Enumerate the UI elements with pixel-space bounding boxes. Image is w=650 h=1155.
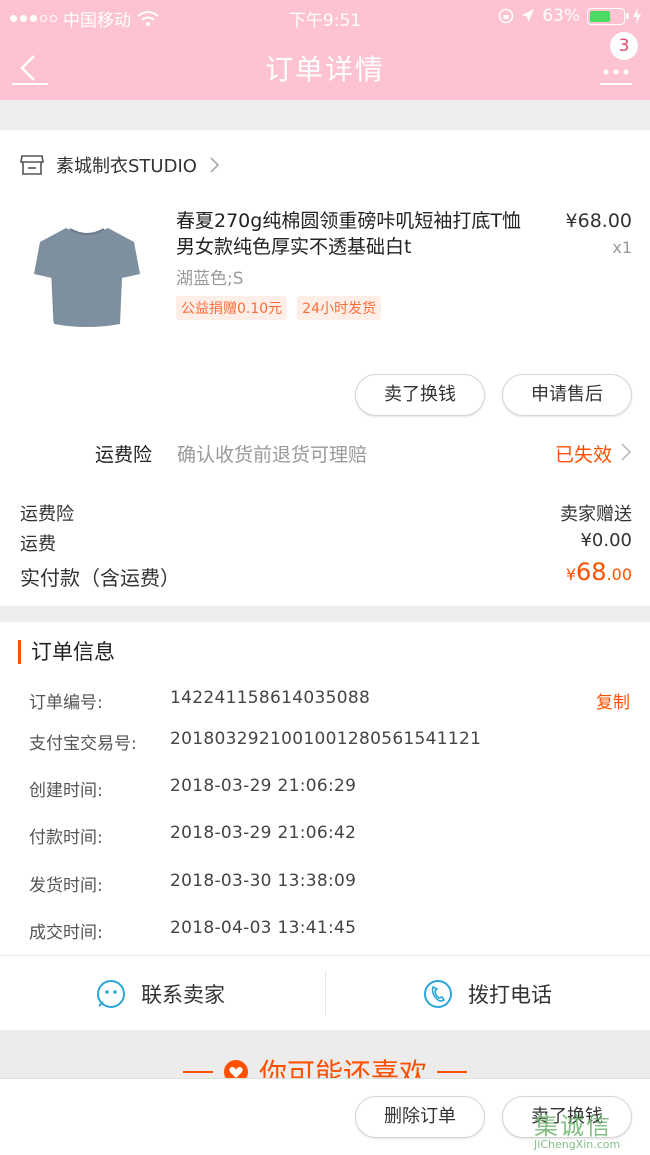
info-label-shipped: 发货时间:: [29, 876, 103, 896]
battery-icon: [587, 7, 629, 25]
paid-integer: 68: [576, 558, 607, 586]
paid-amount: ¥68.00: [566, 558, 632, 586]
shop-name: 素城制衣STUDIO: [56, 156, 197, 177]
watermark-sub: JiChengXin.com: [534, 1138, 621, 1151]
product-tags: 公益捐赠0.10元 24小时发货: [176, 296, 381, 320]
after-sale-button[interactable]: 申请售后: [502, 374, 632, 416]
info-label-order-no: 订单编号:: [29, 693, 103, 713]
paid-currency: ¥: [565, 565, 576, 584]
contact-seller-label: 联系卖家: [141, 982, 225, 1007]
call-phone-button[interactable]: 拨打电话: [422, 956, 552, 1031]
info-value-shipped: 2018-03-30 13:38:09: [170, 871, 357, 891]
recommend-title-row: 你可能还喜欢: [0, 1052, 650, 1080]
product-sku: 湖蓝色;S: [176, 269, 244, 289]
notification-badge: 3: [610, 32, 638, 60]
copy-button[interactable]: 复制: [596, 688, 630, 713]
insurance-row[interactable]: 运费险 确认收货前退货可理赔 已失效: [0, 440, 650, 468]
divider: [182, 1071, 213, 1073]
fee-value: 卖家赠送: [560, 504, 632, 525]
info-label-completed: 成交时间:: [29, 923, 103, 943]
divider: [437, 1071, 467, 1073]
divider: [325, 971, 326, 1015]
sell-button[interactable]: 卖了换钱: [355, 374, 485, 416]
fee-value: ¥0.00: [580, 530, 632, 551]
product-qty: x1: [612, 238, 632, 257]
fee-label: 运费险: [20, 504, 74, 525]
shop-icon: [20, 155, 44, 175]
paid-decimal: .00: [606, 565, 632, 584]
status-right: 63%: [498, 6, 642, 26]
heart-icon: [223, 1060, 248, 1080]
info-value-completed: 2018-04-03 13:41:45: [170, 918, 357, 938]
location-icon: [522, 9, 535, 22]
chevron-right-icon: [621, 443, 632, 461]
order-info-title: 订单信息: [18, 640, 115, 664]
chat-icon: [97, 979, 125, 1008]
info-label-alipay: 支付宝交易号:: [29, 734, 137, 754]
info-label-paid: 付款时间:: [29, 828, 103, 848]
product-title[interactable]: 春夏270g纯棉圆领重磅咔叽短袖打底T恤男女款纯色厚实不透基础白t: [176, 208, 536, 260]
orientation-lock-icon: [498, 8, 514, 24]
insurance-desc: 确认收货前退货可理赔: [177, 444, 368, 466]
status-bar: 中国移动 下午9:51 63%: [0, 0, 650, 34]
shop-link[interactable]: 素城制衣STUDIO: [20, 152, 221, 178]
delete-order-button[interactable]: 删除订单: [355, 1096, 485, 1138]
paid-label: 实付款（含运费）: [20, 566, 180, 590]
contact-bar: 联系卖家 拨打电话: [0, 955, 650, 1030]
watermark-main: 集诚信: [534, 1112, 612, 1140]
info-value-paid: 2018-03-29 21:06:42: [170, 823, 357, 843]
insurance-status: 已失效: [554, 444, 612, 466]
info-value-alipay: 2018032921001001280561541121: [170, 729, 482, 749]
fee-label: 运费: [20, 534, 56, 555]
watermark-logo: 集诚信 JiChengXin.com: [534, 1106, 644, 1154]
info-label-created: 创建时间:: [29, 781, 103, 801]
recommend-title: 你可能还喜欢: [258, 1057, 427, 1080]
tshirt-image: [34, 228, 140, 327]
phone-icon: [424, 979, 452, 1008]
info-value-created: 2018-03-29 21:06:29: [170, 776, 357, 796]
nav-header: 中国移动 下午9:51 63% 订单详情 3: [0, 0, 650, 100]
insurance-label: 运费险: [95, 444, 153, 466]
info-value-order-no: 142241158614035088: [170, 688, 371, 708]
chevron-right-icon: [210, 157, 220, 173]
battery-label: 63%: [542, 6, 580, 26]
product-price: ¥68.00: [565, 210, 632, 232]
paid-row: 实付款（含运费） ¥68.00: [20, 558, 632, 591]
fee-row-shipping: 运费 ¥0.00: [20, 530, 632, 556]
page-title: 订单详情: [264, 53, 385, 86]
tag-shipping: 24小时发货: [297, 296, 381, 320]
fee-row-insurance: 运费险 卖家赠送: [20, 500, 632, 526]
call-phone-label: 拨打电话: [468, 982, 552, 1007]
charging-icon: [633, 8, 641, 24]
product-image[interactable]: [22, 212, 152, 340]
tag-donation: 公益捐赠0.10元: [176, 296, 288, 320]
contact-seller-button[interactable]: 联系卖家: [95, 956, 225, 1031]
recommend-section: 你可能还喜欢: [0, 1030, 650, 1080]
